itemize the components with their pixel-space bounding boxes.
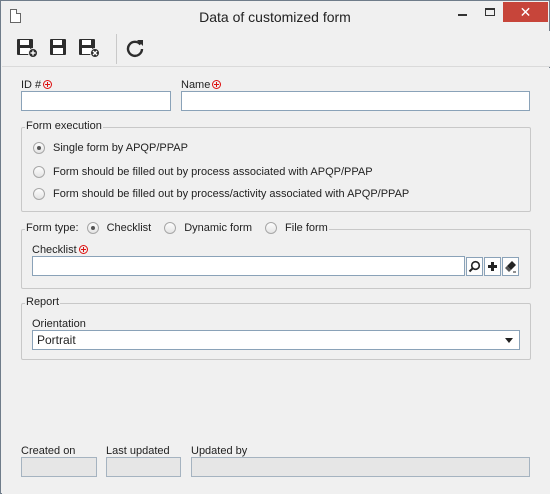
radio-unchecked-icon bbox=[164, 222, 177, 234]
toolbar bbox=[2, 31, 550, 67]
form-execution-legend: Form execution bbox=[25, 120, 103, 132]
save-new-button[interactable] bbox=[15, 37, 39, 59]
radio-unchecked-icon bbox=[265, 222, 278, 234]
report-legend: Report bbox=[25, 296, 61, 308]
radio-unchecked-icon bbox=[33, 166, 45, 178]
close-icon: ✕ bbox=[519, 4, 532, 20]
option-label: Dynamic form bbox=[184, 222, 253, 234]
close-button[interactable]: ✕ bbox=[503, 2, 548, 22]
radio-checked-icon bbox=[86, 222, 99, 234]
save-new-icon bbox=[17, 39, 38, 58]
save-icon bbox=[50, 39, 66, 55]
search-icon bbox=[468, 260, 481, 273]
toolbar-separator bbox=[116, 34, 117, 64]
title-bar: Data of customized form ✕ bbox=[1, 1, 549, 31]
checklist-clear-button[interactable] bbox=[502, 257, 519, 276]
checklist-search-button[interactable] bbox=[466, 257, 483, 276]
form-type-label: Form type: bbox=[26, 222, 79, 234]
id-field[interactable] bbox=[21, 91, 171, 111]
form-execution-option-process[interactable]: Form should be filled out by process ass… bbox=[33, 166, 373, 178]
checklist-field[interactable] bbox=[32, 256, 465, 276]
required-icon bbox=[43, 80, 53, 89]
id-label-text: ID # bbox=[21, 79, 42, 91]
eraser-icon bbox=[505, 261, 516, 273]
option-label: Single form by APQP/PPAP bbox=[53, 142, 188, 154]
orientation-select[interactable]: Portrait bbox=[32, 330, 520, 350]
dialog-window: Data of customized form ✕ ID # Name Form… bbox=[0, 0, 550, 494]
form-type-option-checklist[interactable]: Checklist bbox=[86, 222, 152, 234]
option-label: Form should be filled out by process ass… bbox=[53, 166, 373, 178]
form-execution-option-single[interactable]: Single form by APQP/PPAP bbox=[33, 142, 188, 154]
name-field[interactable] bbox=[181, 91, 530, 111]
updated-by-field bbox=[191, 457, 530, 477]
refresh-icon bbox=[126, 40, 144, 58]
save-close-button[interactable] bbox=[77, 37, 101, 59]
updated-by-label: Updated by bbox=[191, 445, 248, 457]
last-updated-label: Last updated bbox=[106, 445, 170, 457]
refresh-button[interactable] bbox=[123, 37, 147, 59]
orientation-label: Orientation bbox=[32, 318, 86, 330]
checklist-add-button[interactable] bbox=[484, 257, 501, 276]
required-icon bbox=[212, 80, 222, 89]
orientation-value: Portrait bbox=[37, 333, 76, 347]
form-type-option-file[interactable]: File form bbox=[265, 222, 328, 234]
save-button[interactable] bbox=[46, 37, 70, 59]
minimize-icon bbox=[457, 14, 467, 16]
created-on-field bbox=[21, 457, 97, 477]
minimize-button[interactable] bbox=[448, 2, 476, 22]
option-label: Checklist bbox=[106, 222, 152, 234]
checklist-label: Checklist bbox=[32, 244, 88, 256]
checklist-label-text: Checklist bbox=[32, 244, 77, 256]
id-label: ID # bbox=[21, 79, 53, 91]
name-label-text: Name bbox=[181, 79, 211, 91]
option-label: Form should be filled out by process/act… bbox=[53, 188, 410, 200]
radio-checked-icon bbox=[33, 142, 45, 154]
form-execution-option-process-activity[interactable]: Form should be filled out by process/act… bbox=[33, 188, 409, 200]
maximize-button[interactable] bbox=[476, 2, 504, 22]
required-icon bbox=[78, 245, 88, 254]
option-label: File form bbox=[285, 222, 328, 234]
name-label: Name bbox=[181, 79, 222, 91]
chevron-down-icon bbox=[505, 338, 513, 343]
maximize-icon bbox=[485, 8, 495, 16]
radio-unchecked-icon bbox=[33, 188, 45, 200]
plus-icon bbox=[488, 262, 497, 271]
form-type-legend: Form type: Checklist Dynamic form File f… bbox=[25, 222, 329, 234]
form-execution-group: Form execution Single form by APQP/PPAP … bbox=[21, 120, 531, 212]
form-type-option-dynamic[interactable]: Dynamic form bbox=[164, 222, 252, 234]
form-body: ID # Name Form execution Single form by … bbox=[2, 68, 550, 494]
last-updated-field bbox=[106, 457, 181, 477]
created-on-label: Created on bbox=[21, 445, 76, 457]
save-close-icon bbox=[79, 39, 100, 58]
